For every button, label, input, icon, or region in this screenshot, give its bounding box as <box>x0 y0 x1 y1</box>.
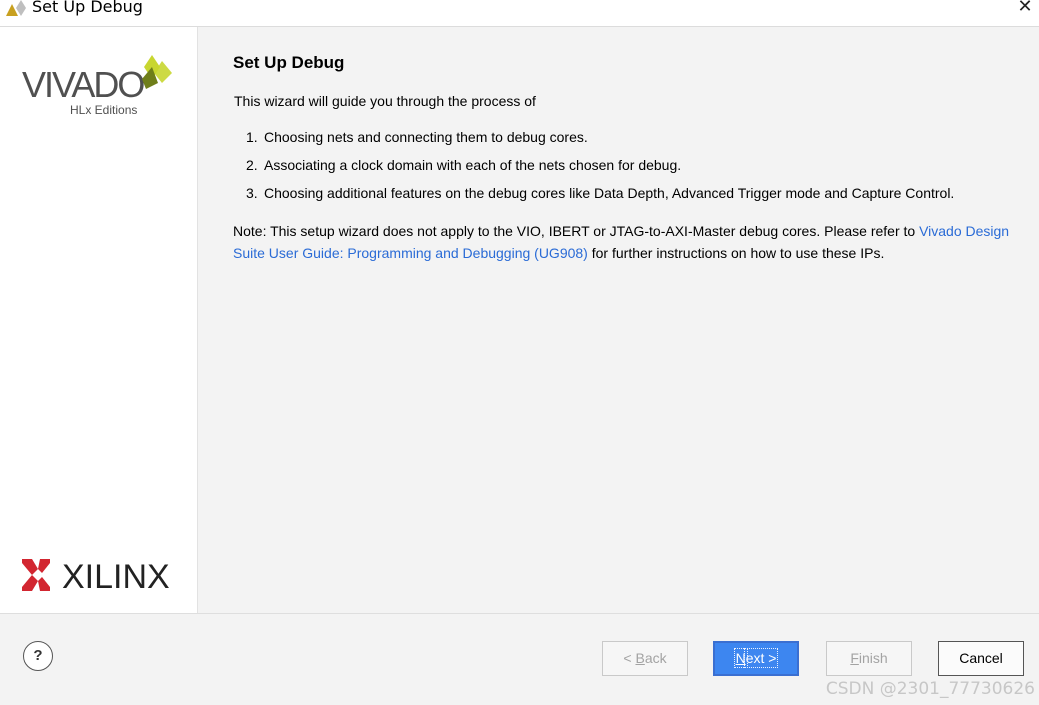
xilinx-mark-icon <box>22 559 50 591</box>
next-button-label: ext > <box>743 648 779 668</box>
back-button-prefix: < <box>623 650 636 666</box>
vivado-app-icon <box>6 0 26 16</box>
note-suffix: for further instructions on how to use t… <box>587 245 885 261</box>
step-text: Associating a clock domain with each of … <box>264 157 682 173</box>
page-title: Set Up Debug <box>233 53 345 72</box>
next-button[interactable]: Next > <box>713 641 799 676</box>
back-button[interactable]: < Back <box>602 641 688 676</box>
close-icon[interactable]: ✕ <box>1013 0 1037 18</box>
list-item: 3. Choosing additional features on the de… <box>246 185 954 213</box>
finish-button[interactable]: Finish <box>826 641 912 676</box>
step-text: Choosing nets and connecting them to deb… <box>264 129 588 145</box>
xilinx-logo: XILINX <box>22 558 170 595</box>
note-text: Note: This setup wizard does not apply t… <box>233 220 1013 264</box>
vivado-logo-suffix: HLx Editions <box>70 103 137 117</box>
cancel-button[interactable]: Cancel <box>938 641 1024 676</box>
wizard-sidebar: VIVADO HLx Editions XILINX <box>0 27 198 613</box>
note-prefix: Note: This setup wizard does not apply t… <box>233 223 920 239</box>
watermark: CSDN @2301_77730626 <box>825 679 1035 699</box>
vivado-logo: VIVADO HLx Editions <box>22 55 172 117</box>
step-number: 1. <box>246 129 258 145</box>
next-button-mnemonic: N <box>733 648 748 668</box>
list-item: 1. Choosing nets and connecting them to d… <box>246 129 954 157</box>
vivado-logo-text: VIVADO <box>22 64 144 105</box>
step-text: Choosing additional features on the debu… <box>264 185 955 201</box>
finish-button-label: inish <box>858 650 888 666</box>
back-button-mnemonic: B <box>635 650 645 666</box>
xilinx-logo-text: XILINX <box>62 558 170 595</box>
wizard-content: Set Up Debug This wizard will guide you … <box>198 27 1039 613</box>
next-button-focus: Next > <box>733 648 779 668</box>
window-title-bar: Set Up Debug ✕ <box>0 0 1039 27</box>
back-button-label: ack <box>644 650 667 666</box>
window-title: Set Up Debug <box>32 0 143 16</box>
steps-list: 1. Choosing nets and connecting them to d… <box>246 129 954 213</box>
step-number: 3. <box>246 185 258 201</box>
intro-text: This wizard will guide you through the p… <box>234 93 536 109</box>
step-number: 2. <box>246 157 258 173</box>
list-item: 2. Associating a clock domain with each o… <box>246 157 954 185</box>
finish-button-mnemonic: F <box>850 650 859 666</box>
help-button[interactable]: ? <box>23 641 53 671</box>
